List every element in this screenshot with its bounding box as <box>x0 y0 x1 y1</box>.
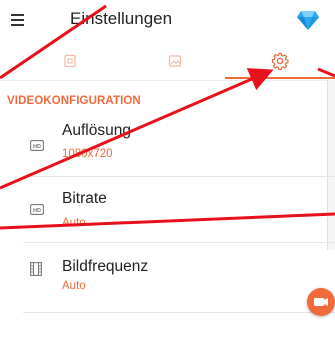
setting-value: Auto <box>62 280 86 292</box>
divider <box>23 242 335 243</box>
divider <box>23 312 335 313</box>
setting-label: Bitrate <box>62 190 107 207</box>
page-title: Einstellungen <box>70 9 173 28</box>
svg-text:HD: HD <box>33 208 41 214</box>
gear-icon <box>271 52 289 70</box>
image-icon <box>168 55 182 67</box>
setting-label: Auflösung <box>62 122 131 139</box>
setting-label: Bildfrequenz <box>62 258 149 275</box>
tab-gallery[interactable] <box>125 42 225 80</box>
hd-icon: HD <box>30 204 44 215</box>
setting-framerate[interactable]: Bildfrequenz Auto <box>0 250 335 308</box>
svg-text:HD: HD <box>33 144 41 150</box>
setting-bitrate[interactable]: HD Bitrate Auto <box>0 184 335 242</box>
setting-value: Auto <box>62 217 86 229</box>
setting-resolution[interactable]: HD Auflösung 1080x720 <box>0 118 335 176</box>
record-button[interactable] <box>307 288 335 316</box>
settings-tabs <box>0 42 335 81</box>
film-strip-icon <box>30 262 42 276</box>
app-bar: Einstellungen <box>0 0 335 42</box>
camera-frame-icon <box>64 54 76 68</box>
divider <box>23 176 335 177</box>
hamburger-menu-icon[interactable] <box>8 10 28 30</box>
hd-icon: HD <box>30 140 44 151</box>
tab-settings[interactable] <box>225 42 335 80</box>
setting-value: 1080x720 <box>62 148 113 160</box>
record-camera-icon <box>314 298 328 306</box>
section-header: VIDEOKONFIGURATION <box>7 95 141 107</box>
diamond-icon[interactable] <box>296 9 320 31</box>
tab-camera[interactable] <box>20 42 120 80</box>
active-tab-indicator <box>225 77 335 79</box>
